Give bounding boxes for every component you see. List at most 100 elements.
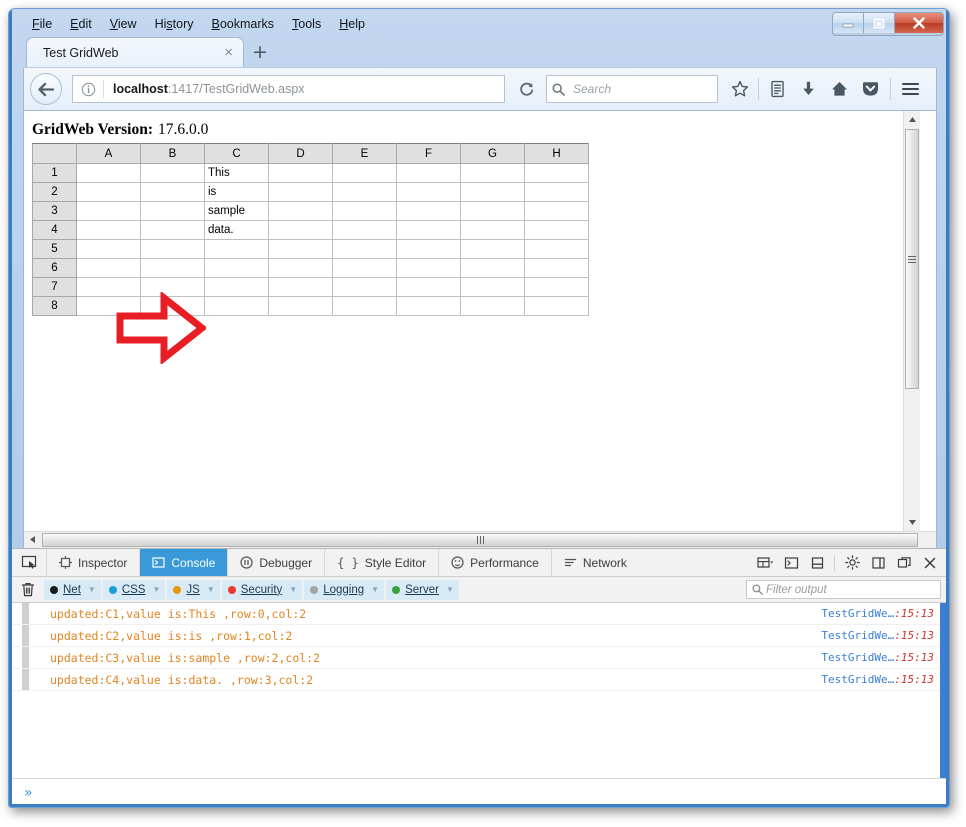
menu-bookmarks[interactable]: Bookmarks — [203, 14, 284, 35]
grid-cell-C6[interactable] — [204, 258, 269, 278]
grid-cell-C5[interactable] — [204, 239, 269, 259]
chevron-down-icon[interactable]: ▼ — [88, 585, 96, 594]
console-log-source[interactable]: TestGridWe…:15:13 — [821, 607, 934, 620]
grid-col-header-d[interactable]: D — [268, 143, 333, 164]
grid-cell-F5[interactable] — [396, 239, 461, 259]
minimize-button[interactable] — [833, 13, 864, 33]
console-log-source[interactable]: TestGridWe…:15:13 — [821, 673, 934, 686]
grid-cell-H6[interactable] — [524, 258, 589, 278]
grid-row-header-6[interactable]: 6 — [32, 258, 77, 278]
grid-cell-B2[interactable] — [140, 182, 205, 202]
scroll-left-button[interactable] — [24, 532, 41, 547]
grid-cell-D2[interactable] — [268, 182, 333, 202]
page-hscroll-thumb[interactable] — [42, 533, 918, 547]
grid-cell-H1[interactable] — [524, 163, 589, 183]
grid-cell-A8[interactable] — [76, 296, 141, 316]
grid-cell-D4[interactable] — [268, 220, 333, 240]
back-button[interactable] — [30, 73, 62, 105]
grid-cell-C3[interactable]: sample — [204, 201, 269, 221]
grid-cell-A5[interactable] — [76, 239, 141, 259]
grid-cell-D8[interactable] — [268, 296, 333, 316]
maximize-button[interactable] — [864, 13, 895, 33]
console-log-source[interactable]: TestGridWe…:15:13 — [821, 629, 934, 642]
grid-col-header-e[interactable]: E — [332, 143, 397, 164]
grid-cell-G3[interactable] — [460, 201, 525, 221]
grid-cell-F4[interactable] — [396, 220, 461, 240]
scroll-down-button[interactable] — [904, 514, 920, 531]
tab-close-icon[interactable]: × — [224, 45, 233, 60]
grid-cell-G5[interactable] — [460, 239, 525, 259]
grid-cell-E4[interactable] — [332, 220, 397, 240]
grid-cell-F6[interactable] — [396, 258, 461, 278]
grid-cell-H2[interactable] — [524, 182, 589, 202]
console-filter-css[interactable]: CSS ▼ — [102, 579, 166, 600]
reload-button[interactable] — [513, 76, 539, 102]
grid-cell-F3[interactable] — [396, 201, 461, 221]
grid-cell-H8[interactable] — [524, 296, 589, 316]
console-log-source[interactable]: TestGridWe…:15:13 — [821, 651, 934, 664]
info-icon[interactable] — [81, 82, 96, 97]
grid-cell-F2[interactable] — [396, 182, 461, 202]
grid-cell-C1[interactable]: This — [204, 163, 269, 183]
url-bar[interactable]: localhost:1417/TestGridWeb.aspx — [72, 75, 505, 103]
menu-view[interactable]: View — [101, 14, 146, 35]
clear-console-button[interactable] — [12, 582, 44, 597]
chevron-down-icon[interactable]: ▼ — [446, 585, 454, 594]
grid-cell-F8[interactable] — [396, 296, 461, 316]
page-vertical-scrollbar[interactable] — [903, 111, 920, 531]
grid-cell-E7[interactable] — [332, 277, 397, 297]
grid-cell-C7[interactable] — [204, 277, 269, 297]
grid-cell-D3[interactable] — [268, 201, 333, 221]
close-devtools-button[interactable] — [917, 550, 943, 576]
filter-output-input[interactable]: Filter output — [746, 580, 941, 599]
devtools-tab-style-editor[interactable]: { } Style Editor — [325, 549, 440, 576]
grid-col-header-b[interactable]: B — [140, 143, 205, 164]
console-scrollbar[interactable] — [940, 603, 948, 779]
grid-row-header-3[interactable]: 3 — [32, 201, 77, 221]
menu-file[interactable]: File — [23, 14, 61, 35]
menu-help[interactable]: Help — [330, 14, 374, 35]
grid-cell-B4[interactable] — [140, 220, 205, 240]
split-console-button[interactable] — [778, 550, 804, 576]
console-log-row[interactable]: updated:C1,value is:This ,row:0,col:2 Tes… — [12, 603, 948, 625]
grid-cell-B1[interactable] — [140, 163, 205, 183]
grid-cell-E3[interactable] — [332, 201, 397, 221]
grid-cell-G7[interactable] — [460, 277, 525, 297]
grid-cell-D1[interactable] — [268, 163, 333, 183]
chevron-down-icon[interactable]: ▼ — [289, 585, 297, 594]
grid-cell-E1[interactable] — [332, 163, 397, 183]
settings-button[interactable] — [839, 550, 865, 576]
devtools-tab-performance[interactable]: Performance — [439, 549, 552, 576]
menu-history[interactable]: History — [146, 14, 203, 35]
new-tab-button[interactable]: + — [252, 41, 268, 63]
grid-cell-G2[interactable] — [460, 182, 525, 202]
grid-cell-B6[interactable] — [140, 258, 205, 278]
page-scroll-thumb[interactable] — [905, 129, 919, 389]
console-filter-server[interactable]: Server ▼ — [386, 579, 459, 600]
console-filter-net[interactable]: Net ▼ — [44, 579, 101, 600]
grid-cell-E8[interactable] — [332, 296, 397, 316]
chevron-down-icon[interactable]: ▼ — [207, 585, 215, 594]
console-log-row[interactable]: updated:C4,value is:data. ,row:3,col:2 Te… — [12, 669, 948, 691]
library-button[interactable] — [762, 74, 793, 104]
grid-row-header-4[interactable]: 4 — [32, 220, 77, 240]
grid-col-header-f[interactable]: F — [396, 143, 461, 164]
grid-cell-G1[interactable] — [460, 163, 525, 183]
responsive-design-mode-button[interactable] — [752, 550, 778, 576]
grid-cell-E6[interactable] — [332, 258, 397, 278]
console-output-list[interactable]: updated:C1,value is:This ,row:0,col:2 Tes… — [12, 603, 948, 779]
pocket-button[interactable] — [855, 74, 886, 104]
console-log-row[interactable]: updated:C2,value is:is ,row:1,col:2 TestG… — [12, 625, 948, 647]
grid-cell-H4[interactable] — [524, 220, 589, 240]
grid-cell-G4[interactable] — [460, 220, 525, 240]
grid-cell-G8[interactable] — [460, 296, 525, 316]
grid-cell-H7[interactable] — [524, 277, 589, 297]
grid-cell-C2[interactable]: is — [204, 182, 269, 202]
spreadsheet-grid[interactable]: A B C D E F G H 1 This 2 is 3 sample 4 data. 5 6 7… — [32, 143, 589, 316]
console-filter-logging[interactable]: Logging ▼ — [304, 579, 385, 600]
bookmark-star-button[interactable] — [724, 74, 755, 104]
search-bar[interactable]: Search — [546, 75, 718, 103]
grid-cell-B5[interactable] — [140, 239, 205, 259]
grid-row-header-7[interactable]: 7 — [32, 277, 77, 297]
grid-cell-A3[interactable] — [76, 201, 141, 221]
